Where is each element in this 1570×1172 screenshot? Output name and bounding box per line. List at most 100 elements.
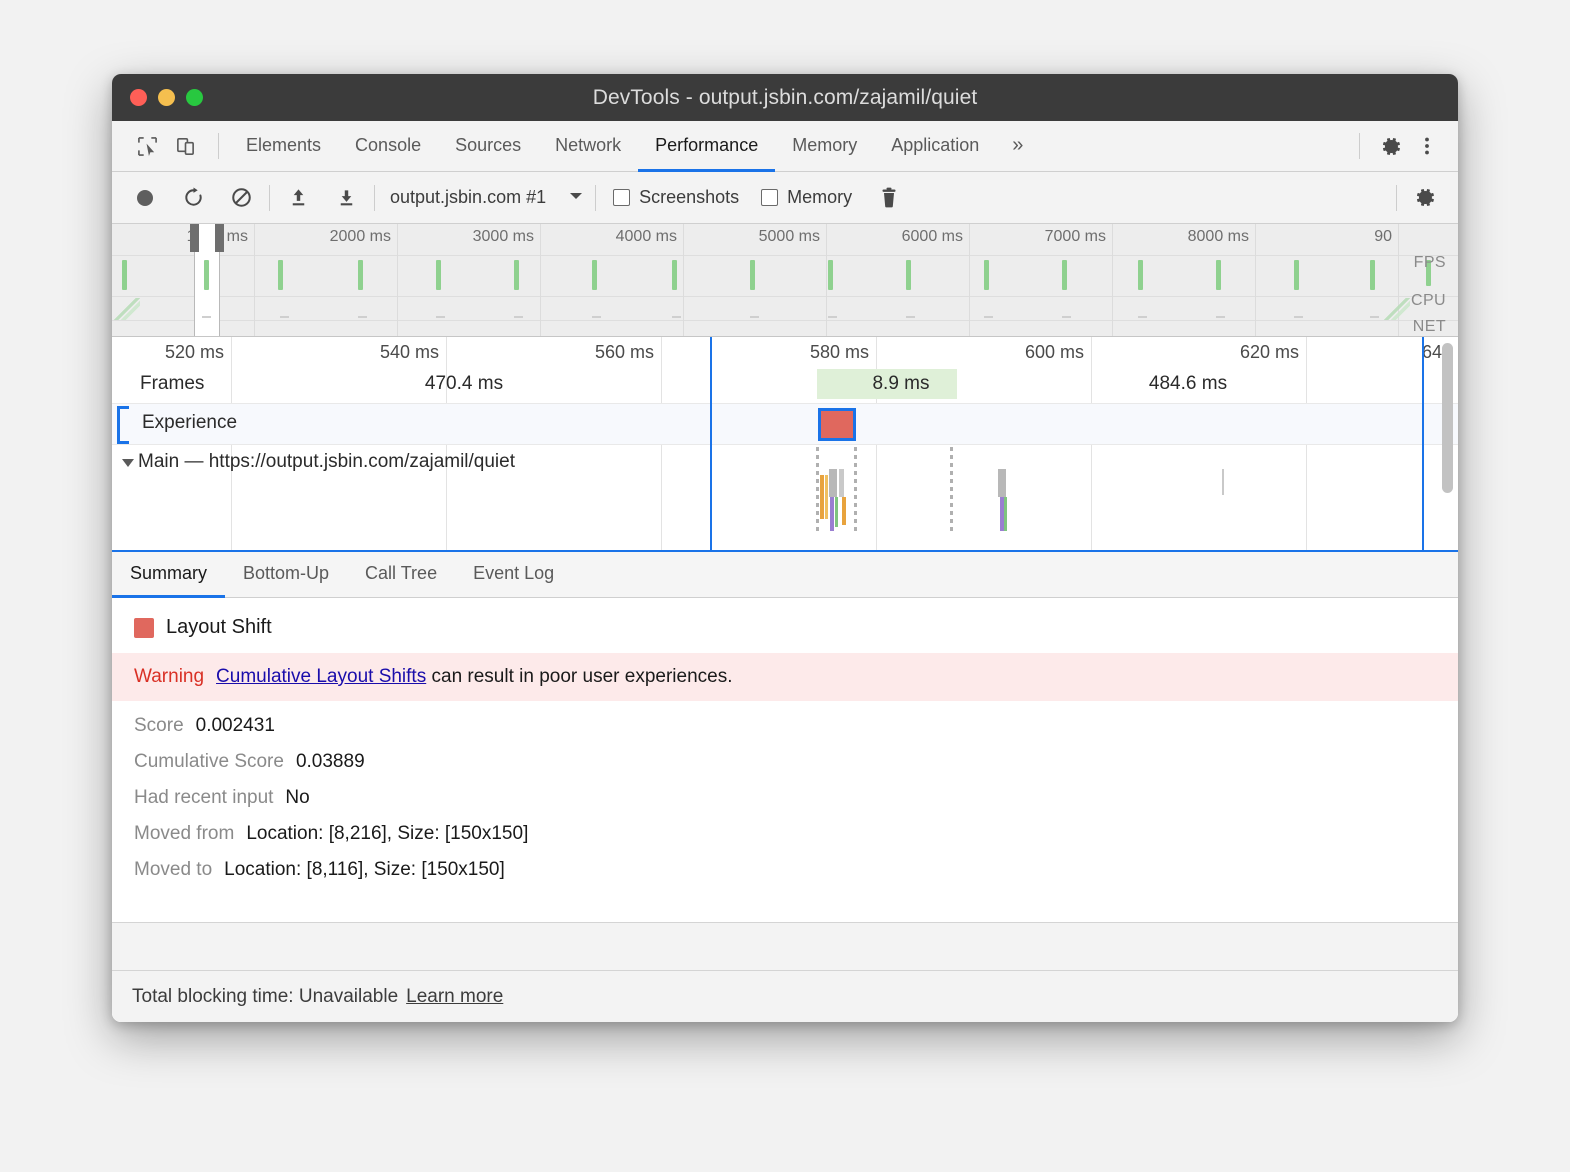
details-tab-label: Bottom-Up: [243, 563, 329, 584]
timeline-overview[interactable]: 1000 ms 2000 ms 3000 ms 4000 ms 5000 ms …: [112, 224, 1458, 337]
cpu-activity-area: [114, 298, 140, 320]
tab-label: Sources: [455, 135, 521, 156]
tab-call-tree[interactable]: Call Tree: [347, 552, 455, 598]
record-icon[interactable]: [128, 181, 162, 215]
lane-label-net: NET: [1413, 318, 1446, 336]
selection-handle-right[interactable]: [215, 224, 224, 252]
tab-elements[interactable]: Elements: [229, 121, 338, 172]
toolbar-divider-2: [374, 185, 375, 211]
frames-track[interactable]: Frames 470.4 ms 8.9 ms 484.6 ms: [112, 369, 1458, 403]
detail-key: Had recent input: [134, 787, 273, 809]
task-bar[interactable]: [835, 497, 838, 527]
vertical-scrollbar[interactable]: [1442, 343, 1453, 493]
warning-label: Warning: [134, 666, 204, 688]
detail-row-score: Score 0.002431: [112, 701, 1458, 737]
task-bar[interactable]: [830, 497, 834, 531]
checkbox-box: [613, 189, 630, 206]
layout-shift-event[interactable]: [818, 408, 856, 441]
overview-tick-label: 3000 ms: [473, 228, 534, 246]
task-bar[interactable]: [829, 469, 837, 497]
flame-tick-label: 520 ms: [165, 342, 224, 363]
maximize-button[interactable]: [186, 89, 203, 106]
triangle-down-icon[interactable]: [122, 459, 134, 467]
summary-body: Layout Shift Warning Cumulative Layout S…: [112, 598, 1458, 970]
tab-application[interactable]: Application: [874, 121, 996, 172]
total-blocking-time-text: Total blocking time: Unavailable: [132, 986, 398, 1008]
tab-console[interactable]: Console: [338, 121, 438, 172]
screenshot-root: DevTools - output.jsbin.com/zajamil/quie…: [0, 0, 1570, 1172]
more-tabs-button[interactable]: »: [996, 121, 1039, 172]
cumulative-layout-shifts-link[interactable]: Cumulative Layout Shifts: [216, 666, 426, 687]
reload-record-icon[interactable]: [176, 181, 210, 215]
detail-value: 0.03889: [296, 751, 365, 773]
trash-icon[interactable]: [872, 181, 906, 215]
event-divider-dashed: [816, 447, 819, 535]
frame-duration: 484.6 ms: [1149, 373, 1227, 395]
event-divider-dashed: [950, 447, 953, 535]
screenshots-checkbox[interactable]: Screenshots: [613, 187, 739, 208]
tab-summary[interactable]: Summary: [112, 552, 225, 598]
task-bar[interactable]: [842, 497, 846, 525]
inspect-element-icon[interactable]: [130, 129, 164, 163]
selection-handle-left[interactable]: [190, 224, 199, 252]
flame-tick-label: 600 ms: [1025, 342, 1084, 363]
detail-row-moved-to: Moved to Location: [8,116], Size: [150x1…: [112, 845, 1458, 881]
tab-memory[interactable]: Memory: [775, 121, 874, 172]
tab-sources[interactable]: Sources: [438, 121, 538, 172]
close-button[interactable]: [130, 89, 147, 106]
task-bar[interactable]: [820, 475, 824, 519]
gear-icon[interactable]: [1408, 181, 1442, 215]
task-bar[interactable]: [825, 475, 828, 519]
toolbar-divider-3: [595, 185, 596, 211]
tabbar-right-actions: [1355, 121, 1458, 171]
flame-tick-label: 580 ms: [810, 342, 869, 363]
task-bar[interactable]: [839, 469, 844, 497]
save-profile-icon[interactable]: [329, 181, 363, 215]
task-bar[interactable]: [1222, 469, 1224, 495]
window-title: DevTools - output.jsbin.com/zajamil/quie…: [112, 86, 1458, 110]
overview-tick-label: 6000 ms: [902, 228, 963, 246]
tabbar-divider: [218, 133, 219, 159]
experience-track[interactable]: Experience: [112, 403, 1458, 445]
devtools-tabbar: Elements Console Sources Network Perform…: [112, 121, 1458, 172]
task-bar[interactable]: [1004, 497, 1007, 531]
clear-icon[interactable]: [224, 181, 258, 215]
event-color-swatch: [134, 618, 154, 638]
event-name: Layout Shift: [166, 616, 272, 639]
task-bar[interactable]: [998, 469, 1006, 497]
memory-checkbox[interactable]: Memory: [761, 187, 852, 208]
learn-more-link[interactable]: Learn more: [406, 986, 503, 1008]
tab-bottom-up[interactable]: Bottom-Up: [225, 552, 347, 598]
lane-label-fps: FPS: [1414, 254, 1446, 272]
memory-label: Memory: [787, 187, 852, 208]
detail-key: Cumulative Score: [134, 751, 284, 773]
overview-ruler: 1000 ms 2000 ms 3000 ms 4000 ms 5000 ms …: [112, 224, 1458, 255]
flame-tick-label: 540 ms: [380, 342, 439, 363]
flame-ruler: 520 ms 540 ms 560 ms 580 ms 600 ms 620 m…: [112, 337, 1458, 369]
tab-label: Application: [891, 135, 979, 156]
overview-tick-label: 2000 ms: [330, 228, 391, 246]
device-toolbar-icon[interactable]: [168, 129, 202, 163]
tab-performance[interactable]: Performance: [638, 121, 775, 172]
tab-network[interactable]: Network: [538, 121, 638, 172]
recording-selector-label[interactable]: output.jsbin.com #1: [390, 187, 546, 208]
gear-icon[interactable]: [1374, 129, 1408, 163]
toolbar-right: [1385, 181, 1458, 215]
detail-key: Moved to: [134, 859, 212, 881]
detail-value: Location: [8,116], Size: [150x150]: [224, 859, 505, 881]
devtools-tabs: Elements Console Sources Network Perform…: [229, 121, 1039, 171]
tab-label: Elements: [246, 135, 321, 156]
tab-event-log[interactable]: Event Log: [455, 552, 572, 598]
kebab-menu-icon[interactable]: [1410, 129, 1444, 163]
tabbar-right-divider: [1359, 133, 1360, 159]
detail-key: Moved from: [134, 823, 234, 845]
details-footer-spacer: [112, 922, 1458, 970]
main-track[interactable]: Main — https://output.jsbin.com/zajamil/…: [112, 447, 1458, 550]
flame-chart[interactable]: 520 ms 540 ms 560 ms 580 ms 600 ms 620 m…: [112, 337, 1458, 552]
minimize-button[interactable]: [158, 89, 175, 106]
chevron-down-icon[interactable]: [568, 189, 584, 207]
load-profile-icon[interactable]: [281, 181, 315, 215]
overview-lane-labels: FPS CPU NET: [1392, 224, 1452, 336]
overview-tick-label: 8000 ms: [1188, 228, 1249, 246]
overview-tick-label: 5000 ms: [759, 228, 820, 246]
